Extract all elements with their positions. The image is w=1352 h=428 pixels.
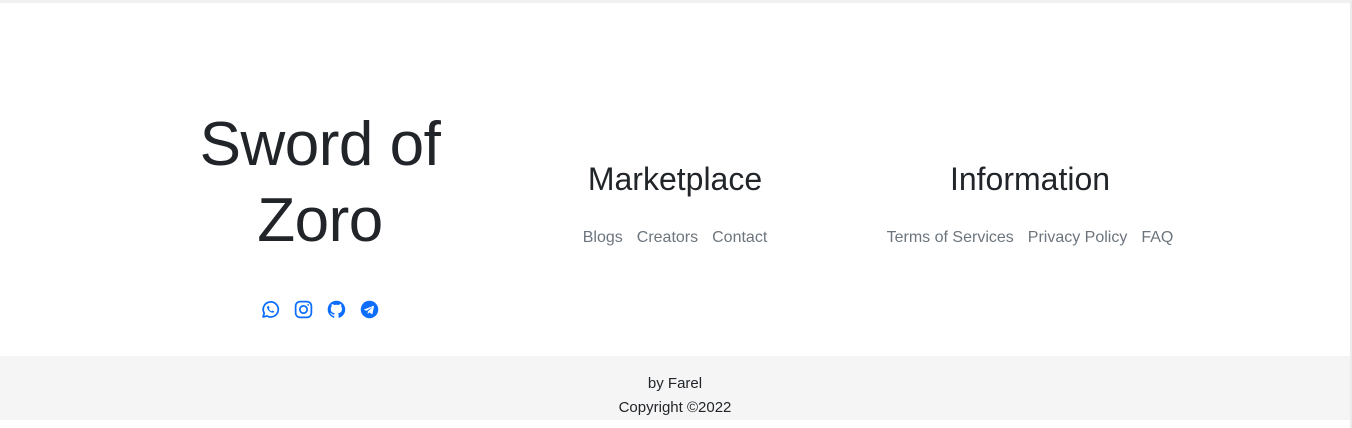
footer: Sword of Zoro Marketplace Blogs Creators…: [0, 3, 1350, 356]
whatsapp-icon[interactable]: [259, 297, 283, 321]
link-creators[interactable]: Creators: [637, 228, 698, 248]
link-privacy-policy[interactable]: Privacy Policy: [1028, 228, 1128, 248]
brand-title: Sword of Zoro: [140, 107, 500, 259]
information-column: Information Terms of Services Privacy Po…: [880, 159, 1180, 248]
telegram-icon[interactable]: [358, 297, 382, 321]
link-faq[interactable]: FAQ: [1141, 228, 1173, 248]
marketplace-column: Marketplace Blogs Creators Contact: [525, 159, 825, 248]
link-contact[interactable]: Contact: [712, 228, 767, 248]
marketplace-links: Blogs Creators Contact: [525, 228, 825, 248]
marketplace-heading: Marketplace: [587, 161, 763, 197]
information-heading: Information: [949, 161, 1111, 197]
instagram-icon[interactable]: [292, 297, 316, 321]
copyright-text: Copyright ©2022: [618, 399, 732, 416]
link-terms-of-services[interactable]: Terms of Services: [887, 228, 1014, 248]
author-credit: by Farel: [647, 375, 703, 392]
link-blogs[interactable]: Blogs: [583, 228, 623, 248]
footer-bottom-bar: by Farel Copyright ©2022: [0, 356, 1350, 420]
github-icon[interactable]: [325, 297, 349, 321]
brand-column: Sword of Zoro: [140, 107, 500, 321]
page: Sword of Zoro Marketplace Blogs Creators…: [0, 0, 1352, 428]
information-links: Terms of Services Privacy Policy FAQ: [880, 228, 1180, 248]
social-links: [140, 297, 500, 321]
brand-title-line-2: Zoro: [257, 186, 383, 255]
brand-title-line-1: Sword of: [199, 110, 441, 179]
